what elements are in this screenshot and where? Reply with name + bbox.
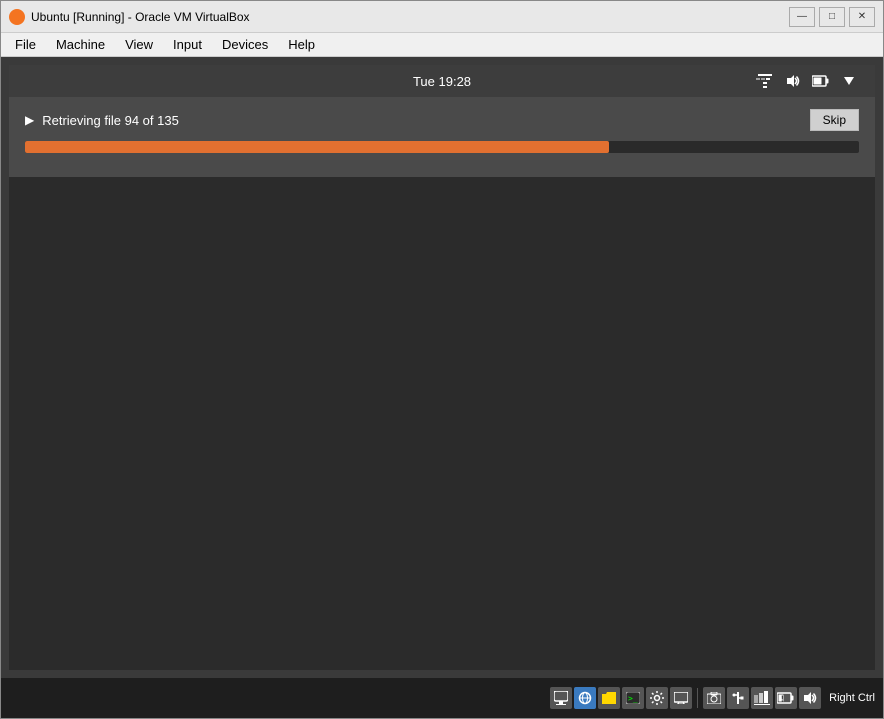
menu-file[interactable]: File [5,33,46,56]
vbox-icon [9,9,25,25]
progress-bar-background [25,141,859,153]
ubuntu-topbar: Tue 19:28 [9,65,875,97]
tray-network2-icon[interactable] [751,687,773,709]
menu-view[interactable]: View [115,33,163,56]
ubuntu-display[interactable]: Tue 19:28 [9,65,875,670]
svg-text:!: ! [781,695,784,704]
progress-area: ▶ Retrieving file 94 of 135 Skip [9,97,875,177]
tray-battery2-icon[interactable]: ! [775,687,797,709]
close-button[interactable]: ✕ [849,7,875,27]
tray-volume2-icon[interactable] [799,687,821,709]
restore-button[interactable]: □ [819,7,845,27]
menu-bar: File Machine View Input Devices Help [1,33,883,57]
minimize-button[interactable]: — [789,7,815,27]
right-ctrl-label: Right Ctrl [829,692,875,704]
progress-text: Retrieving file 94 of 135 [42,113,809,128]
tray-settings-icon[interactable] [646,687,668,709]
taskbar: >_ [1,678,883,718]
tray-capture-icon[interactable] [703,687,725,709]
menu-input[interactable]: Input [163,33,212,56]
skip-button[interactable]: Skip [810,109,859,131]
window-controls: — □ ✕ [789,7,875,27]
vm-screen[interactable]: Tue 19:28 [9,65,875,670]
window-title: Ubuntu [Running] - Oracle VM VirtualBox [31,10,789,24]
menu-machine[interactable]: Machine [46,33,115,56]
svg-text:>_: >_ [628,694,638,703]
tray-separator [697,688,698,708]
battery-status-icon [811,73,831,89]
menu-devices[interactable]: Devices [212,33,278,56]
progress-bar-fill [25,141,609,153]
tray-terminal-icon[interactable]: >_ [622,687,644,709]
title-bar: Ubuntu [Running] - Oracle VM VirtualBox … [1,1,883,33]
virtualbox-window: Ubuntu [Running] - Oracle VM VirtualBox … [0,0,884,719]
tray-network-icon[interactable] [550,687,572,709]
tray-usb-icon[interactable] [727,687,749,709]
network-status-icon [755,73,775,89]
menu-help[interactable]: Help [278,33,325,56]
vm-content-area: Tue 19:28 [1,57,883,678]
play-icon: ▶ [25,113,34,127]
volume-status-icon [783,73,803,89]
tray-icons: >_ [550,687,821,709]
system-menu-icon[interactable] [839,73,859,89]
topbar-icons [755,73,859,89]
topbar-time: Tue 19:28 [413,74,471,89]
tray-monitor-icon[interactable] [670,687,692,709]
tray-folder-icon[interactable] [598,687,620,709]
tray-browser-icon[interactable] [574,687,596,709]
progress-row: ▶ Retrieving file 94 of 135 Skip [25,109,859,131]
